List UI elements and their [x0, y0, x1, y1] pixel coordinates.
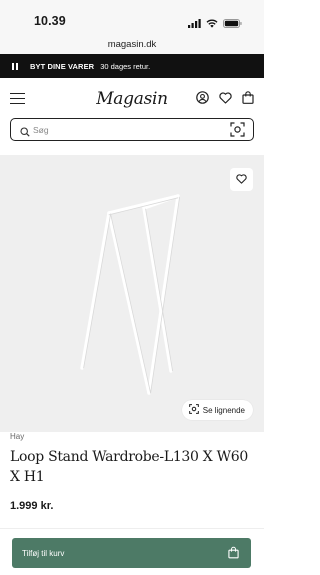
promo-banner: BYT DINE VARER 30 dages retur. — [0, 54, 264, 78]
visual-search-icon — [188, 404, 199, 416]
shopping-bag-icon — [228, 546, 239, 561]
see-similar-button[interactable]: Se lignende — [181, 400, 253, 420]
promo-text: 30 dages retur. — [100, 61, 151, 71]
account-icon[interactable] — [196, 91, 209, 109]
product-title: Loop Stand Wardrobe-L130 X W60 X H1 — [10, 449, 248, 485]
add-to-wishlist-button[interactable] — [230, 168, 253, 191]
battery-icon — [223, 15, 242, 33]
status-time: 10.39 — [34, 14, 66, 28]
product-brand[interactable]: Hay — [10, 432, 24, 441]
site-header: Magasin — [0, 78, 264, 118]
add-to-cart-label: Tilføj til kurv — [22, 548, 65, 558]
heart-icon — [236, 171, 247, 189]
sticky-cart-bar: Tilføj til kurv — [0, 528, 264, 575]
see-similar-label: Se lignende — [202, 405, 245, 415]
add-to-cart-button[interactable]: Tilføj til kurv — [12, 538, 251, 568]
wifi-icon — [206, 15, 218, 33]
status-bar: 10.39 — [0, 0, 264, 36]
search-input[interactable] — [33, 123, 213, 136]
search-icon — [20, 124, 30, 142]
promo-headline: BYT DINE VARER — [30, 61, 95, 71]
product-image[interactable] — [0, 155, 264, 432]
signal-icon — [188, 15, 201, 33]
pause-icon[interactable] — [12, 62, 18, 70]
product-price: 1.999 kr. — [10, 500, 54, 512]
browser-url-bar[interactable]: magasin.dk — [0, 36, 264, 54]
status-icons — [188, 15, 242, 33]
search-bar — [10, 118, 254, 141]
visual-search-icon[interactable] — [230, 122, 245, 142]
product-gallery[interactable]: Se lignende — [0, 155, 264, 432]
cart-icon[interactable] — [242, 91, 254, 109]
header-actions — [196, 91, 254, 109]
wishlist-icon[interactable] — [219, 91, 232, 109]
browser-url: magasin.dk — [107, 39, 157, 50]
